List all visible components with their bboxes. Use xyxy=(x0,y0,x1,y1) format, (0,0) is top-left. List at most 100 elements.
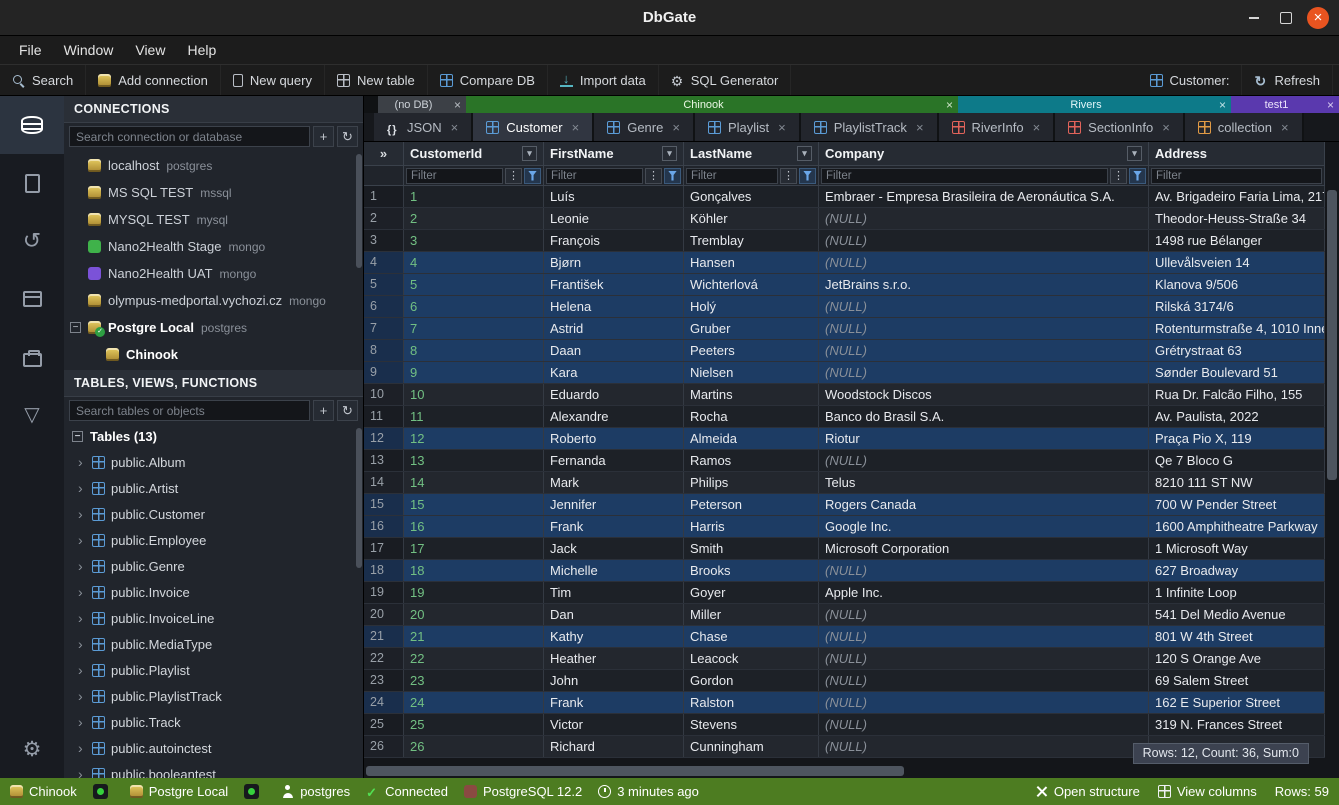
funnel-icon[interactable] xyxy=(524,168,541,184)
filter-menu-icon[interactable]: ⋮ xyxy=(645,168,662,184)
cell-address[interactable]: 801 W 4th Street xyxy=(1149,626,1325,647)
cell-customerid[interactable]: 11 xyxy=(404,406,544,427)
column-header[interactable]: Address ▾ xyxy=(1149,142,1325,165)
add-connection-icon[interactable]: + xyxy=(313,126,334,147)
cell-lastname[interactable]: Miller xyxy=(684,604,819,625)
row-number[interactable]: 3 xyxy=(364,230,404,251)
cell-firstname[interactable]: Eduardo xyxy=(544,384,684,405)
row-number[interactable]: 15 xyxy=(364,494,404,515)
table-row[interactable]: 15 15 Jennifer Peterson Rogers Canada 70… xyxy=(364,494,1325,516)
connection-item[interactable]: ✓ Nano2Health UAT mongo xyxy=(64,260,363,287)
cell-firstname[interactable]: François xyxy=(544,230,684,251)
cell-address[interactable]: Theodor-Heuss-Straße 34 xyxy=(1149,208,1325,229)
activitybar-item[interactable] xyxy=(0,154,64,212)
add-table-icon[interactable]: + xyxy=(313,400,334,421)
cell-address[interactable]: Rua Dr. Falcão Filho, 155 xyxy=(1149,384,1325,405)
cell-customerid[interactable]: 14 xyxy=(404,472,544,493)
cell-address[interactable]: 8210 111 ST NW xyxy=(1149,472,1325,493)
tables-scrollbar[interactable] xyxy=(356,428,362,568)
table-row[interactable]: 3 3 François Tremblay (NULL) 1498 rue Bé… xyxy=(364,230,1325,252)
cell-firstname[interactable]: Luís xyxy=(544,186,684,207)
cell-firstname[interactable]: Frank xyxy=(544,516,684,537)
cell-company[interactable]: (NULL) xyxy=(819,362,1149,383)
settings-button[interactable] xyxy=(0,722,64,778)
cell-address[interactable]: 541 Del Medio Avenue xyxy=(1149,604,1325,625)
cell-firstname[interactable]: Jack xyxy=(544,538,684,559)
table-row[interactable]: 19 19 Tim Goyer Apple Inc. 1 Infinite Lo… xyxy=(364,582,1325,604)
close-icon[interactable]: × xyxy=(572,120,580,135)
row-number[interactable]: 6 xyxy=(364,296,404,317)
cell-customerid[interactable]: 21 xyxy=(404,626,544,647)
row-number[interactable]: 24 xyxy=(364,692,404,713)
chevron-right-icon[interactable] xyxy=(78,766,86,778)
activitybar-item[interactable] xyxy=(0,386,64,444)
cell-company[interactable]: Apple Inc. xyxy=(819,582,1149,603)
row-number[interactable]: 23 xyxy=(364,670,404,691)
row-number[interactable]: 22 xyxy=(364,648,404,669)
collapse-icon[interactable] xyxy=(70,322,81,333)
cell-company[interactable]: (NULL) xyxy=(819,626,1149,647)
cell-customerid[interactable]: 16 xyxy=(404,516,544,537)
cell-customerid[interactable]: 22 xyxy=(404,648,544,669)
funnel-icon[interactable] xyxy=(1129,168,1146,184)
cell-lastname[interactable]: Leacock xyxy=(684,648,819,669)
cell-company[interactable]: Google Inc. xyxy=(819,516,1149,537)
chevron-right-icon[interactable] xyxy=(78,480,86,496)
cell-firstname[interactable]: Helena xyxy=(544,296,684,317)
cell-firstname[interactable]: Dan xyxy=(544,604,684,625)
connection-item[interactable]: ✓ olympus-medportal.vychozi.cz mongo xyxy=(64,287,363,314)
table-item[interactable]: public.MediaType xyxy=(64,631,363,657)
cell-lastname[interactable]: Hansen xyxy=(684,252,819,273)
cell-firstname[interactable]: Heather xyxy=(544,648,684,669)
row-number[interactable]: 13 xyxy=(364,450,404,471)
filter-menu-icon[interactable]: ⋮ xyxy=(780,168,797,184)
minimize-button[interactable] xyxy=(1243,7,1265,29)
cell-address[interactable]: Sønder Boulevard 51 xyxy=(1149,362,1325,383)
column-header[interactable]: FirstName ▾ xyxy=(544,142,684,165)
close-icon[interactable]: × xyxy=(451,120,459,135)
activitybar-item[interactable] xyxy=(0,212,64,270)
cell-customerid[interactable]: 7 xyxy=(404,318,544,339)
cell-address[interactable]: 319 N. Frances Street xyxy=(1149,714,1325,735)
table-item[interactable]: public.Invoice xyxy=(64,579,363,605)
menu-item[interactable]: View xyxy=(124,36,176,65)
cell-address[interactable]: Qe 7 Bloco G xyxy=(1149,450,1325,471)
table-row[interactable]: 1 1 Luís Gonçalves Embraer - Empresa Bra… xyxy=(364,186,1325,208)
cell-firstname[interactable]: Michelle xyxy=(544,560,684,581)
cell-address[interactable]: Praça Pio X, 119 xyxy=(1149,428,1325,449)
activitybar-item[interactable] xyxy=(0,96,64,154)
cell-customerid[interactable]: 10 xyxy=(404,384,544,405)
funnel-icon[interactable] xyxy=(799,168,816,184)
tables-group-row[interactable]: Tables (13) xyxy=(64,424,363,449)
activitybar-item[interactable] xyxy=(0,328,64,386)
cell-lastname[interactable]: Ralston xyxy=(684,692,819,713)
database-tab[interactable]: Chinook × xyxy=(466,96,958,113)
row-number[interactable]: 21 xyxy=(364,626,404,647)
table-item[interactable]: public.booleantest xyxy=(64,761,363,778)
table-row[interactable]: 22 22 Heather Leacock (NULL) 120 S Orang… xyxy=(364,648,1325,670)
chevron-down-icon[interactable]: ▾ xyxy=(797,146,812,161)
chevron-right-icon[interactable] xyxy=(78,688,86,704)
cell-company[interactable]: Riotur xyxy=(819,428,1149,449)
row-number[interactable]: 20 xyxy=(364,604,404,625)
cell-address[interactable]: Grétrystraat 63 xyxy=(1149,340,1325,361)
close-icon[interactable]: × xyxy=(778,120,786,135)
cell-company[interactable]: (NULL) xyxy=(819,560,1149,581)
toolbar-button[interactable]: New table xyxy=(325,65,428,95)
cell-lastname[interactable]: Almeida xyxy=(684,428,819,449)
cell-company[interactable]: Telus xyxy=(819,472,1149,493)
cell-firstname[interactable]: Mark xyxy=(544,472,684,493)
row-number[interactable]: 9 xyxy=(364,362,404,383)
table-item[interactable]: public.Genre xyxy=(64,553,363,579)
filter-menu-icon[interactable]: ⋮ xyxy=(1110,168,1127,184)
cell-address[interactable]: 162 E Superior Street xyxy=(1149,692,1325,713)
horizontal-scrollbar-thumb[interactable] xyxy=(366,766,904,776)
table-row[interactable]: 18 18 Michelle Brooks (NULL) 627 Broadwa… xyxy=(364,560,1325,582)
statusbar-action[interactable]: View columns xyxy=(1158,784,1257,799)
chevron-down-icon[interactable]: ▾ xyxy=(522,146,537,161)
row-number[interactable]: 11 xyxy=(364,406,404,427)
table-item[interactable]: public.Artist xyxy=(64,475,363,501)
table-row[interactable]: 7 7 Astrid Gruber (NULL) Rotenturmstraße… xyxy=(364,318,1325,340)
cell-address[interactable]: 627 Broadway xyxy=(1149,560,1325,581)
toolbar-button[interactable]: SQL Generator xyxy=(659,65,792,95)
